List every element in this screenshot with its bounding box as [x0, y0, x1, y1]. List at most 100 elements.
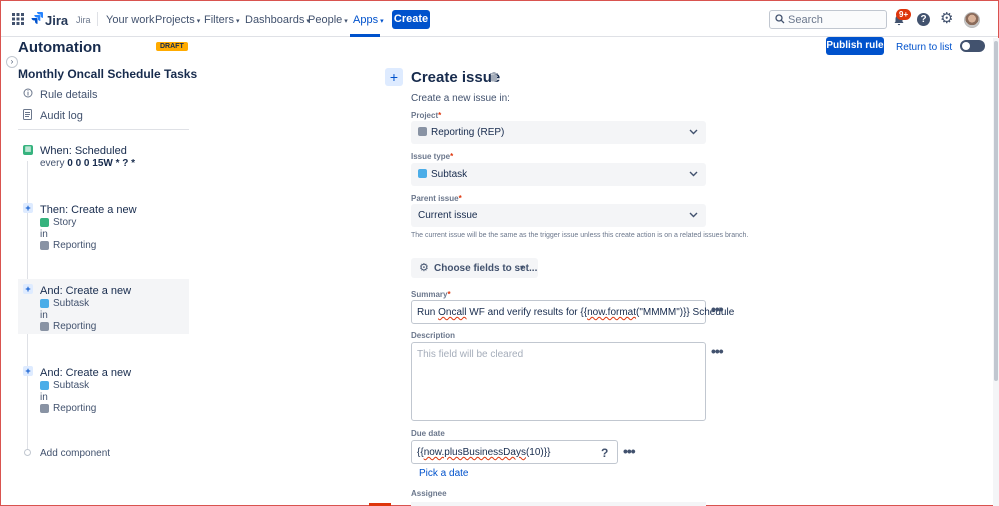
due-date-label: Due date: [411, 429, 445, 438]
summary-text-a: Run: [417, 307, 439, 318]
step-2-in: in: [40, 310, 48, 321]
expand-sidebar-chevron-icon[interactable]: ›: [6, 56, 18, 68]
step-trigger-detail-prefix: every: [40, 158, 65, 169]
nav-divider: [97, 12, 98, 26]
step-3-type: Subtask: [53, 380, 90, 391]
project-icon: [40, 404, 49, 413]
search-input[interactable]: Search: [769, 10, 887, 29]
form-title: Create issue: [411, 69, 501, 86]
project-select-value: Reporting (REP): [431, 127, 505, 138]
nav-your-work-label: Your work: [106, 14, 155, 26]
nav-filters-label: Filters: [204, 14, 234, 26]
sidebar-item-rule-details[interactable]: Rule details: [40, 89, 97, 101]
description-label: Description: [411, 331, 456, 340]
subtask-icon: [40, 381, 49, 390]
chevron-down-icon: ▾: [196, 18, 201, 25]
parent-issue-select[interactable]: Current issue: [411, 204, 706, 227]
due-date-more-icon[interactable]: •••: [623, 443, 636, 459]
calendar-icon: ▦: [23, 145, 33, 155]
action-plus-icon: +: [23, 203, 33, 213]
project-icon: [40, 241, 49, 250]
product-name-secondary[interactable]: Jira: [76, 15, 91, 25]
summary-value: Run Oncall WF and verify results for {{n…: [417, 307, 734, 318]
due-text-a: {{: [417, 447, 424, 458]
description-placeholder: This field will be cleared: [417, 349, 524, 360]
parent-issue-label-text: Parent issue: [411, 194, 459, 203]
summary-more-icon[interactable]: •••: [711, 301, 724, 317]
assignee-label: Assignee: [411, 489, 447, 498]
story-icon: [40, 218, 49, 227]
create-button[interactable]: Create: [392, 10, 430, 29]
chevron-down-icon: [689, 127, 698, 137]
step-trigger-detail: every 0 0 0 15W * ? *: [40, 158, 135, 169]
rule-enabled-toggle[interactable]: [960, 40, 985, 52]
due-date-input[interactable]: {{now.plusBusinessDays(10)}}: [411, 440, 618, 464]
chevron-down-icon: ▾: [380, 18, 384, 25]
add-action-plus-icon[interactable]: +: [385, 68, 403, 86]
step-3-in: in: [40, 392, 48, 403]
sidebar-divider: [18, 129, 189, 130]
settings-gear-icon[interactable]: ⚙: [940, 11, 953, 26]
product-name[interactable]: Jira: [45, 13, 68, 28]
summary-input[interactable]: Run Oncall WF and verify results for {{n…: [411, 300, 734, 324]
step-2-title[interactable]: And: Create a new: [40, 285, 131, 297]
step-trigger-cron: 0 0 0 15W * ? *: [67, 158, 136, 169]
add-component-dot-icon: [24, 449, 31, 456]
assignee-select[interactable]: [411, 502, 706, 506]
required-marker: *: [438, 111, 442, 120]
info-icon: [23, 88, 33, 101]
app-switcher-icon[interactable]: [12, 13, 24, 25]
step-1-in: in: [40, 229, 48, 240]
summary-text-c: WF and verify results for {{: [466, 307, 588, 318]
required-marker: *: [450, 152, 454, 161]
nav-projects-label: Projects: [155, 14, 195, 26]
description-textarea[interactable]: This field will be cleared: [411, 342, 706, 421]
nav-projects[interactable]: Projects ▾: [155, 14, 200, 26]
subtask-icon: [40, 299, 49, 308]
sidebar-item-audit-log[interactable]: Audit log: [40, 110, 83, 122]
chevron-down-icon: ▾: [344, 18, 348, 25]
step-3-title[interactable]: And: Create a new: [40, 367, 131, 379]
summary-text-b: Oncall: [438, 307, 467, 318]
issue-type-label-text: Issue type: [411, 152, 451, 161]
page-title: Automation: [18, 39, 102, 56]
publish-rule-button[interactable]: Publish rule: [826, 37, 884, 55]
issue-type-select[interactable]: Subtask: [411, 163, 706, 186]
subtask-icon: [418, 169, 427, 178]
step-1-title[interactable]: Then: Create a new: [40, 204, 137, 216]
project-select[interactable]: Reporting (REP): [411, 121, 706, 144]
nav-people[interactable]: People ▾: [308, 14, 348, 26]
issue-type-select-value: Subtask: [431, 169, 468, 180]
nav-dashboards[interactable]: Dashboards ▾: [245, 14, 310, 26]
document-icon: [23, 109, 32, 123]
nav-filters[interactable]: Filters ▾: [204, 14, 239, 26]
project-label: Project*: [411, 111, 441, 120]
summary-text-d: now.format: [587, 307, 637, 318]
choose-fields-button[interactable]: ⚙ Choose fields to set... ▾: [411, 258, 538, 278]
pick-a-date-link[interactable]: Pick a date: [419, 468, 468, 479]
trash-icon[interactable]: [490, 72, 498, 85]
help-icon[interactable]: ?: [917, 13, 930, 26]
jira-logo-icon[interactable]: [31, 12, 43, 25]
parent-issue-label: Parent issue*: [411, 194, 462, 203]
parent-issue-help: The current issue will be the same as th…: [411, 232, 749, 239]
nav-dashboards-label: Dashboards: [245, 14, 305, 26]
add-component-link[interactable]: Add component: [40, 448, 110, 459]
rule-name: Monthly Oncall Schedule Tasks: [18, 67, 198, 81]
description-more-icon[interactable]: •••: [711, 343, 724, 359]
chevron-down-icon: [689, 210, 698, 220]
scrollbar-thumb[interactable]: [994, 41, 998, 381]
avatar[interactable]: [964, 12, 980, 28]
due-text-b: now.plusBusinessDays: [423, 447, 526, 458]
required-marker: *: [447, 290, 451, 299]
step-3-project: Reporting: [53, 403, 97, 414]
nav-apps[interactable]: Apps ▾: [353, 14, 384, 26]
search-placeholder: Search: [788, 14, 823, 26]
project-icon: [418, 127, 427, 136]
help-question-icon[interactable]: ?: [601, 446, 608, 460]
step-trigger-title[interactable]: When: Scheduled: [40, 145, 127, 157]
action-plus-icon: +: [23, 284, 33, 294]
due-text-c: (10)}}: [525, 447, 551, 458]
nav-your-work[interactable]: Your work: [106, 14, 155, 26]
return-to-list-link[interactable]: Return to list: [896, 42, 952, 53]
